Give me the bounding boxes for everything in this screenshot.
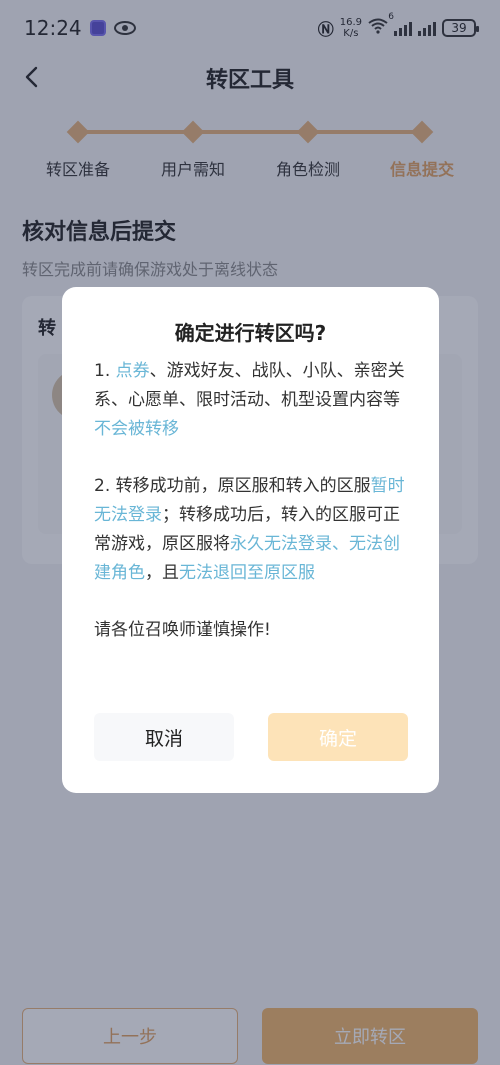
dialog-body: 1. 点券、游戏好友、战队、小队、亲密关系、心愿单、限时活动、机型设置内容等不会… bbox=[94, 357, 407, 673]
confirm-button[interactable]: 确定 bbox=[268, 713, 408, 761]
cancel-button[interactable]: 取消 bbox=[94, 713, 234, 761]
dialog-paragraph-2: 2. 转移成功前，原区服和转入的区服暂时无法登录；转移成功后，转入的区服可正常游… bbox=[94, 476, 405, 583]
dialog-paragraph-1: 1. 点券、游戏好友、战队、小队、亲密关系、心愿单、限时活动、机型设置内容等不会… bbox=[94, 361, 405, 439]
dialog-title: 确定进行转区吗? bbox=[174, 321, 327, 345]
confirm-dialog: 确定进行转区吗? 1. 点券、游戏好友、战队、小队、亲密关系、心愿单、限时活动、… bbox=[62, 287, 439, 793]
dialog-paragraph-3: 请各位召唤师谨慎操作! bbox=[94, 620, 271, 640]
